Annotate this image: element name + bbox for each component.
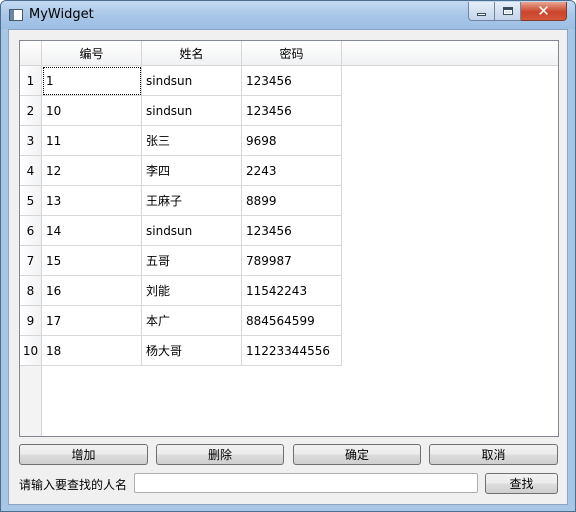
cancel-button[interactable]: 取消: [429, 444, 558, 465]
table-corner-button[interactable]: [20, 41, 42, 66]
search-input[interactable]: [134, 473, 478, 493]
minimize-icon: [477, 12, 486, 16]
table-cell[interactable]: 五哥: [142, 246, 242, 276]
table-cell[interactable]: 123456: [242, 216, 342, 246]
table-cell[interactable]: 11223344556: [242, 336, 342, 366]
row-header[interactable]: 8: [20, 276, 42, 306]
table-cell[interactable]: 17: [42, 306, 142, 336]
table-cell[interactable]: 884564599: [242, 306, 342, 336]
table-cell[interactable]: 8899: [242, 186, 342, 216]
table-cell[interactable]: 11542243: [242, 276, 342, 306]
table-cell[interactable]: 789987: [242, 246, 342, 276]
confirm-button[interactable]: 确定: [293, 444, 421, 465]
row-header-filler: [20, 366, 42, 436]
table-cell[interactable]: 12: [42, 156, 142, 186]
row-header[interactable]: 10: [20, 336, 42, 366]
row-header[interactable]: 2: [20, 96, 42, 126]
table-cell[interactable]: 张三: [142, 126, 242, 156]
search-label: 请输入要查找的人名: [19, 478, 128, 492]
table-cell[interactable]: 11: [42, 126, 142, 156]
close-icon: ✕: [537, 1, 550, 20]
table-cell[interactable]: 16: [42, 276, 142, 306]
table-cell[interactable]: sindsun: [142, 216, 242, 246]
table-cell[interactable]: sindsun: [142, 96, 242, 126]
title-bar[interactable]: MyWidget ✕: [1, 1, 575, 29]
row-header[interactable]: 7: [20, 246, 42, 276]
table-cell[interactable]: 14: [42, 216, 142, 246]
table-cell[interactable]: sindsun: [142, 66, 242, 96]
main-window: MyWidget ✕ 编号 姓名 密码 1 2 3 4 5 6 7 8 9 10 1 sindsun 12…: [0, 0, 576, 512]
table-cell[interactable]: 123456: [242, 66, 342, 96]
table-cell[interactable]: 李四: [142, 156, 242, 186]
table-cell[interactable]: 10: [42, 96, 142, 126]
add-button[interactable]: 增加: [19, 444, 148, 465]
table-cell[interactable]: 杨大哥: [142, 336, 242, 366]
row-header[interactable]: 1: [20, 66, 42, 96]
column-header[interactable]: 编号: [42, 41, 142, 66]
table-cell[interactable]: 18: [42, 336, 142, 366]
window-icon: [9, 9, 23, 21]
table-cell[interactable]: 2243: [242, 156, 342, 186]
client-area: 编号 姓名 密码 1 2 3 4 5 6 7 8 9 10 1 sindsun 123456 10 sinds…: [8, 29, 568, 505]
table-cell[interactable]: 1: [42, 66, 142, 96]
table-cell[interactable]: 15: [42, 246, 142, 276]
row-header[interactable]: 3: [20, 126, 42, 156]
close-button[interactable]: ✕: [521, 2, 567, 21]
column-header[interactable]: 密码: [242, 41, 342, 66]
table-cell[interactable]: 9698: [242, 126, 342, 156]
table-cell[interactable]: 王麻子: [142, 186, 242, 216]
table-cell[interactable]: 刘能: [142, 276, 242, 306]
header-filler: [342, 41, 558, 66]
table-cell[interactable]: 本广: [142, 306, 242, 336]
row-header[interactable]: 6: [20, 216, 42, 246]
table-cell[interactable]: 123456: [242, 96, 342, 126]
find-button[interactable]: 查找: [485, 473, 558, 494]
maximize-icon: [502, 7, 513, 15]
row-header[interactable]: 9: [20, 306, 42, 336]
minimize-button[interactable]: [468, 2, 495, 21]
window-title: MyWidget: [29, 7, 94, 22]
row-header[interactable]: 5: [20, 186, 42, 216]
column-header[interactable]: 姓名: [142, 41, 242, 66]
delete-button[interactable]: 删除: [156, 444, 284, 465]
maximize-button[interactable]: [495, 2, 521, 21]
row-header[interactable]: 4: [20, 156, 42, 186]
data-table[interactable]: 编号 姓名 密码 1 2 3 4 5 6 7 8 9 10 1 sindsun 123456 10 sinds…: [19, 40, 559, 437]
table-cell[interactable]: 13: [42, 186, 142, 216]
